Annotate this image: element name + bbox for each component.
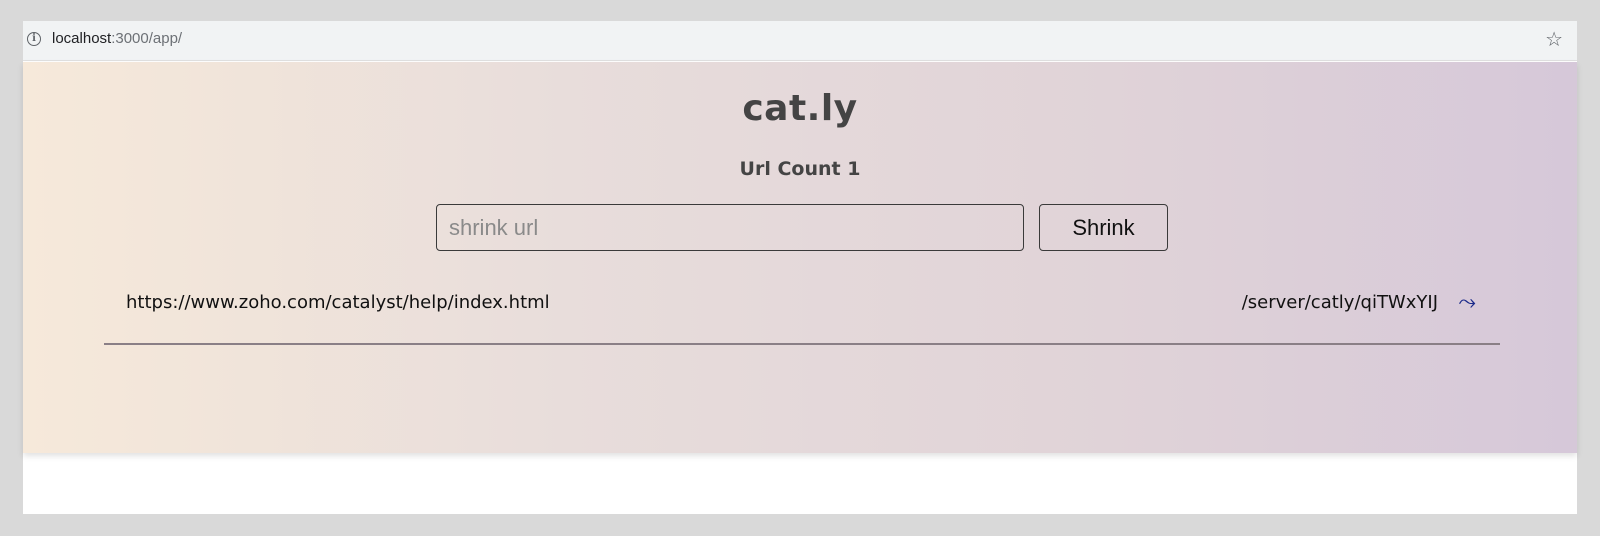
app-title: cat.ly <box>742 88 858 129</box>
star-icon[interactable]: ☆ <box>1545 28 1563 50</box>
url-list-item: https://www.zoho.com/catalyst/help/index… <box>104 282 1500 345</box>
long-url-text: https://www.zoho.com/catalyst/help/index… <box>126 292 550 313</box>
url-count: Url Count 1 <box>739 158 861 180</box>
shrink-button[interactable]: Shrink <box>1039 204 1168 251</box>
app-page: cat.ly Url Count 1 Shrink https://www.zo… <box>23 62 1577 453</box>
shrink-url-input[interactable] <box>436 204 1024 251</box>
wavy-arrow-right-icon[interactable]: ⤳ <box>1458 290 1476 315</box>
info-icon[interactable]: i <box>27 32 41 46</box>
url-path: :3000/app/ <box>111 30 183 47</box>
short-url-text: /server/catly/qiTWxYIJ <box>1241 292 1438 313</box>
url-host: localhost <box>52 30 112 47</box>
address-bar[interactable]: i localhost:3000/app/ ☆ <box>23 21 1577 61</box>
url-text[interactable]: localhost:3000/app/ <box>52 30 182 47</box>
browser-window: i localhost:3000/app/ ☆ cat.ly Url Count… <box>23 21 1577 514</box>
